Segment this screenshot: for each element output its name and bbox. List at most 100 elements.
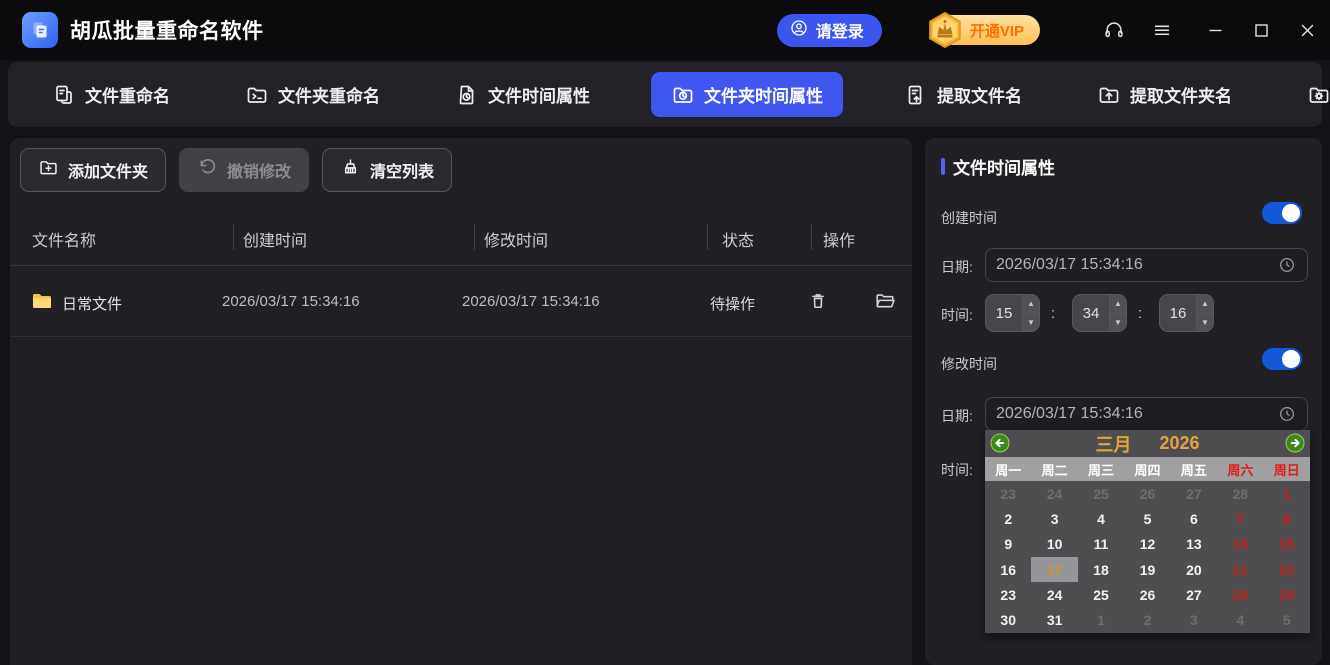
undo-button[interactable]: 撤销修改 [179,148,309,192]
calendar-day[interactable]: 1 [1264,481,1310,506]
spin-down-button[interactable]: ▼ [1110,314,1126,332]
maximize-button[interactable] [1238,0,1284,60]
file-rename-icon [52,83,76,107]
calendar-day[interactable]: 3 [1031,506,1077,531]
calendar-day[interactable]: 30 [985,607,1031,632]
calendar-day[interactable]: 26 [1124,582,1170,607]
app-title: 胡瓜批量重命名软件 [70,15,264,45]
calendar-day[interactable]: 29 [1264,582,1310,607]
tab-extract-file-name[interactable]: 提取文件名 [890,73,1036,116]
tab-file-rename[interactable]: 文件重命名 [38,73,184,116]
clock-icon[interactable] [1277,255,1297,275]
prev-month-button[interactable] [990,433,1010,453]
tab-generate-folders[interactable]: 批量生成文件夹 [1293,73,1330,116]
calendar-day[interactable]: 6 [1171,506,1217,531]
calendar-day[interactable]: 9 [985,532,1031,557]
spin-up-button[interactable]: ▲ [1197,295,1213,314]
clear-list-button[interactable]: 清空列表 [322,148,452,192]
tab-folder-time[interactable]: 文件夹时间属性 [651,72,843,117]
calendar-year[interactable]: 2026 [1159,433,1199,454]
calendar-day[interactable]: 4 [1078,506,1124,531]
calendar-day[interactable]: 24 [1031,582,1077,607]
extract-file-icon [904,83,928,107]
modify-date-input[interactable] [985,397,1308,431]
calendar-day[interactable]: 27 [1171,582,1217,607]
spin-up-button[interactable]: ▲ [1023,295,1039,314]
delete-button[interactable] [807,290,829,312]
calendar-day[interactable]: 27 [1171,481,1217,506]
calendar-day[interactable]: 31 [1031,607,1077,632]
calendar-popup: 三月 2026 周一周二周三周四周五周六周日 23242526272812345… [985,430,1310,633]
column-divider [707,224,708,250]
minute-spinner[interactable]: 34 ▲▼ [1072,294,1127,332]
calendar-day[interactable]: 18 [1078,557,1124,582]
calendar-day[interactable]: 2 [1124,607,1170,632]
add-folder-label: 添加文件夹 [68,158,148,182]
modify-time-toggle[interactable] [1262,348,1302,370]
calendar-day[interactable]: 3 [1171,607,1217,632]
open-folder-button[interactable] [874,290,896,312]
tab-folder-rename[interactable]: 文件夹重命名 [231,73,394,116]
calendar-day[interactable]: 5 [1124,506,1170,531]
calendar-day[interactable]: 19 [1124,557,1170,582]
column-status: 状态 [722,227,754,251]
calendar-day[interactable]: 23 [985,582,1031,607]
weekday-label: 周三 [1078,457,1124,481]
calendar-day[interactable]: 21 [1217,557,1263,582]
calendar-day[interactable]: 7 [1217,506,1263,531]
spin-down-button[interactable]: ▼ [1023,314,1039,332]
calendar-day[interactable]: 11 [1078,532,1124,557]
calendar-day[interactable]: 28 [1217,481,1263,506]
create-date-input[interactable] [985,248,1308,282]
clock-icon[interactable] [1277,404,1297,424]
spin-up-button[interactable]: ▲ [1110,295,1126,314]
calendar-day[interactable]: 22 [1264,557,1310,582]
calendar-day[interactable]: 5 [1264,607,1310,632]
calendar-day[interactable]: 2 [985,506,1031,531]
column-created: 创建时间 [243,227,307,251]
spin-down-button[interactable]: ▼ [1197,314,1213,332]
calendar-day[interactable]: 24 [1031,481,1077,506]
calendar-day[interactable]: 12 [1124,532,1170,557]
column-actions: 操作 [823,227,855,251]
headphones-icon[interactable] [1102,18,1126,42]
hour-value: 15 [986,295,1022,331]
create-time-toggle[interactable] [1262,202,1302,224]
time-label: 时间: [941,305,973,325]
vip-button[interactable]: 开通VIP [934,15,1040,45]
add-folder-button[interactable]: 添加文件夹 [20,148,166,192]
calendar-day[interactable]: 1 [1078,607,1124,632]
table-header: 文件名称 创建时间 修改时间 状态 操作 [10,208,912,266]
table-row[interactable]: 日常文件2026/03/17 15:34:162026/03/17 15:34:… [10,267,912,337]
calendar-day[interactable]: 8 [1264,506,1310,531]
calendar-day[interactable]: 28 [1217,582,1263,607]
calendar-day[interactable]: 17 [1031,557,1077,582]
calendar-day[interactable]: 4 [1217,607,1263,632]
calendar-day[interactable]: 16 [985,557,1031,582]
second-spinner[interactable]: 16 ▲▼ [1159,294,1214,332]
close-button[interactable] [1284,0,1330,60]
calendar-day[interactable]: 10 [1031,532,1077,557]
menu-icon[interactable] [1150,18,1174,42]
generate-folder-icon [1307,83,1330,107]
calendar-day[interactable]: 25 [1078,582,1124,607]
calendar-month[interactable]: 三月 [1095,431,1131,457]
login-button[interactable]: 请登录 [777,14,882,47]
tab-extract-folder-name[interactable]: 提取文件夹名 [1083,73,1246,116]
calendar-day[interactable]: 23 [985,481,1031,506]
minimize-button[interactable] [1192,0,1238,60]
calendar-day[interactable]: 15 [1264,532,1310,557]
column-divider [233,224,234,250]
file-table-body: 日常文件2026/03/17 15:34:162026/03/17 15:34:… [10,267,912,337]
calendar-day[interactable]: 14 [1217,532,1263,557]
calendar-day[interactable]: 13 [1171,532,1217,557]
next-month-button[interactable] [1285,433,1305,453]
calendar-weekdays: 周一周二周三周四周五周六周日 [985,457,1310,481]
calendar-day[interactable]: 25 [1078,481,1124,506]
modified-time: 2026/03/17 15:34:16 [462,293,600,310]
hour-spinner[interactable]: 15 ▲▼ [985,294,1040,332]
calendar-day[interactable]: 20 [1171,557,1217,582]
calendar-day[interactable]: 26 [1124,481,1170,506]
tab-file-time[interactable]: 文件时间属性 [441,73,604,116]
date-label: 日期: [941,406,973,426]
